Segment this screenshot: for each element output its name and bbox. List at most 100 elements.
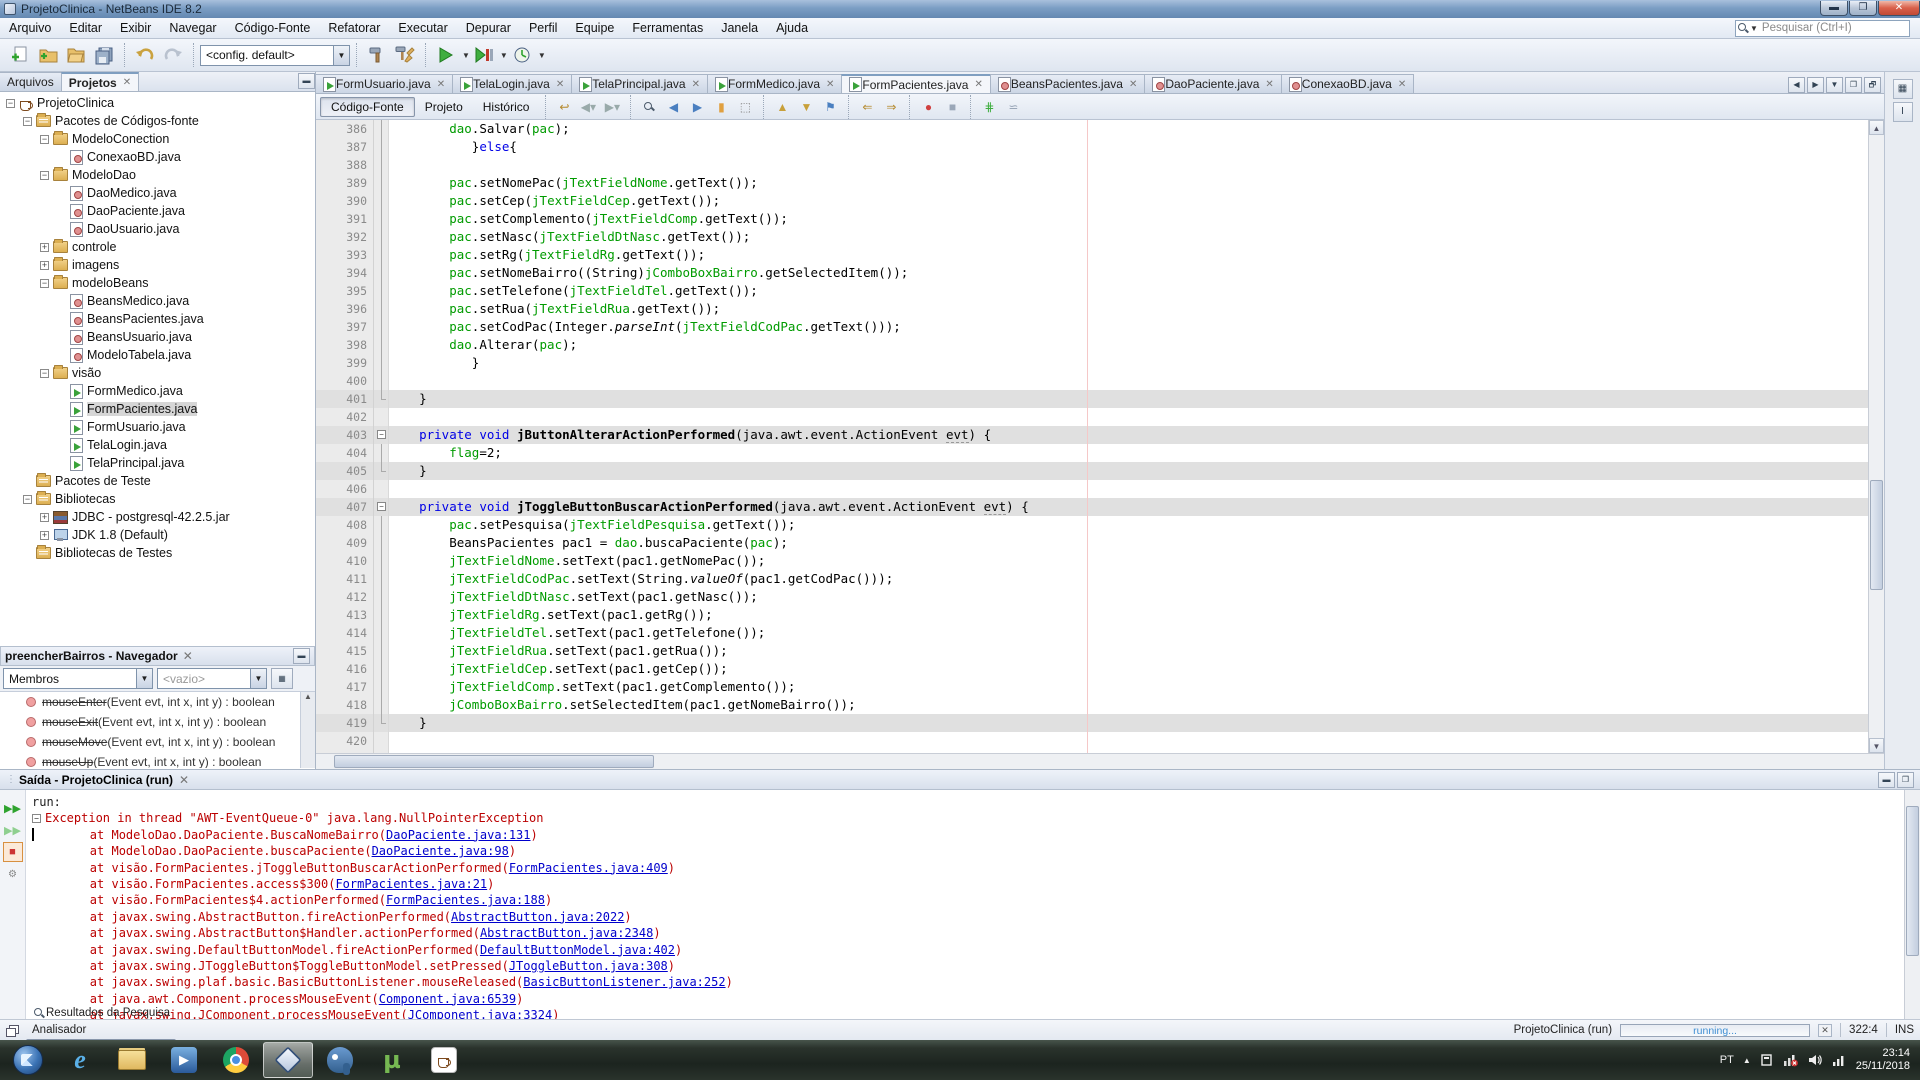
clock[interactable]: 23:14 25/11/2018 bbox=[1856, 1047, 1910, 1073]
tree-item[interactable]: BeansUsuario.java bbox=[0, 328, 315, 346]
volume-icon[interactable] bbox=[1808, 1053, 1823, 1067]
properties-window-button[interactable]: I bbox=[1893, 102, 1913, 122]
close-icon[interactable]: ✕ bbox=[123, 77, 131, 88]
clean-build-button[interactable] bbox=[391, 42, 419, 68]
navigator-filter-combo[interactable]: <vazio>▼ bbox=[157, 668, 267, 689]
output-console[interactable]: run:−Exception in thread "AWT-EventQueue… bbox=[26, 790, 1920, 1019]
tree-item[interactable]: −visão bbox=[0, 364, 315, 382]
stop-task-icon[interactable]: ✕ bbox=[1818, 1024, 1832, 1037]
debug-project-button[interactable] bbox=[470, 42, 498, 68]
comment-icon[interactable]: ⋕ bbox=[978, 96, 1000, 118]
explorer-tab-arquivos[interactable]: Arquivos bbox=[0, 72, 62, 91]
tree-item[interactable]: −ProjetoClinica bbox=[0, 94, 315, 112]
new-file-button[interactable] bbox=[6, 42, 34, 68]
last-edit-icon[interactable]: ↩ bbox=[553, 96, 575, 118]
shift-right-icon[interactable]: ⇒ bbox=[880, 96, 902, 118]
editor-tab-FormMedico.java[interactable]: FormMedico.java✕ bbox=[707, 74, 842, 93]
scroll-tabs-right-icon[interactable]: ▶ bbox=[1807, 77, 1824, 93]
menu-executar[interactable]: Executar bbox=[389, 19, 456, 37]
taskbar-item-java[interactable] bbox=[419, 1042, 469, 1078]
rect-select-icon[interactable]: ⬚ bbox=[734, 96, 756, 118]
navigator-minimize-icon[interactable]: ▬ bbox=[293, 648, 310, 664]
tree-item[interactable]: ModeloTabela.java bbox=[0, 346, 315, 364]
close-icon[interactable]: ✕ bbox=[1129, 79, 1137, 90]
taskbar-item-internet-explorer[interactable]: e bbox=[55, 1042, 105, 1078]
navigator-member[interactable]: mouseEnter(Event evt, int x, int y) : bo… bbox=[0, 692, 315, 712]
source-link[interactable]: Component.java:6539 bbox=[379, 992, 516, 1006]
menu-ajuda[interactable]: Ajuda bbox=[767, 19, 817, 37]
statusbar-tab-Resultados da Pesquisa[interactable]: Resultados da Pesquisa bbox=[26, 1005, 176, 1022]
menu-ferramentas[interactable]: Ferramentas bbox=[623, 19, 712, 37]
expand-handle-icon[interactable]: + bbox=[40, 531, 49, 540]
collapse-handle-icon[interactable]: − bbox=[23, 117, 32, 126]
menu-navegar[interactable]: Navegar bbox=[160, 19, 225, 37]
tree-item[interactable]: DaoMedico.java bbox=[0, 184, 315, 202]
language-indicator[interactable]: PT bbox=[1720, 1054, 1734, 1066]
undo-button[interactable] bbox=[131, 42, 159, 68]
editor-tab-ConexaoBD.java[interactable]: ConexaoBD.java✕ bbox=[1281, 74, 1414, 93]
tree-item[interactable]: −ModeloConection bbox=[0, 130, 315, 148]
new-project-button[interactable] bbox=[34, 42, 62, 68]
tree-item[interactable]: −Bibliotecas bbox=[0, 490, 315, 508]
restore-button[interactable]: ❐ bbox=[1849, 1, 1877, 16]
menu-exibir[interactable]: Exibir bbox=[111, 19, 160, 37]
tree-item[interactable]: TelaPrincipal.java bbox=[0, 454, 315, 472]
source-link[interactable]: FormPacientes.java:188 bbox=[386, 893, 545, 907]
code-fold-column[interactable]: −− bbox=[374, 120, 389, 753]
collapse-handle-icon[interactable]: − bbox=[40, 135, 49, 144]
tree-item[interactable]: FormMedico.java bbox=[0, 382, 315, 400]
close-icon[interactable]: ✕ bbox=[556, 79, 564, 90]
tree-item[interactable]: DaoPaciente.java bbox=[0, 202, 315, 220]
taskbar-item-media-player[interactable]: ▶ bbox=[159, 1042, 209, 1078]
menu-perfil[interactable]: Perfil bbox=[520, 19, 566, 37]
close-icon[interactable]: ✕ bbox=[437, 79, 445, 90]
view-Histórico[interactable]: Histórico bbox=[473, 97, 540, 117]
expand-handle-icon[interactable]: + bbox=[40, 261, 49, 270]
collapse-handle-icon[interactable]: − bbox=[40, 369, 49, 378]
taskbar-item-chrome[interactable] bbox=[211, 1042, 261, 1078]
source-link[interactable]: JComponent.java:3324 bbox=[408, 1008, 553, 1019]
signal-icon[interactable] bbox=[1832, 1053, 1847, 1067]
tree-item[interactable]: DaoUsuario.java bbox=[0, 220, 315, 238]
redo-button[interactable] bbox=[159, 42, 187, 68]
close-icon[interactable]: ✕ bbox=[826, 79, 834, 90]
stop-build-button[interactable]: ■ bbox=[3, 842, 23, 862]
network-icon[interactable] bbox=[1783, 1053, 1799, 1067]
editor-tab-TelaLogin.java[interactable]: TelaLogin.java✕ bbox=[452, 74, 572, 93]
tree-item[interactable]: FormUsuario.java bbox=[0, 418, 315, 436]
action-center-icon[interactable] bbox=[1760, 1053, 1774, 1067]
expand-handle-icon[interactable]: + bbox=[40, 513, 49, 522]
previous-match-icon[interactable]: ◀ bbox=[662, 96, 684, 118]
stop-macro-icon[interactable]: ■ bbox=[941, 96, 963, 118]
tree-item[interactable]: TelaLogin.java bbox=[0, 436, 315, 454]
source-link[interactable]: JToggleButton.java:308 bbox=[509, 959, 668, 973]
menu-arquivo[interactable]: Arquivo bbox=[0, 19, 60, 37]
config-select[interactable]: <config. default>▼ bbox=[200, 45, 350, 66]
close-icon[interactable]: ✕ bbox=[692, 79, 700, 90]
source-link[interactable]: FormPacientes.java:21 bbox=[335, 877, 487, 891]
source-link[interactable]: BasicButtonListener.java:252 bbox=[523, 975, 725, 989]
explorer-tab-projetos[interactable]: Projetos✕ bbox=[61, 72, 139, 91]
taskbar-item-postgresql[interactable] bbox=[315, 1042, 365, 1078]
rerun-button[interactable]: ▶▶ bbox=[3, 798, 23, 818]
scroll-up-icon[interactable]: ▲ bbox=[1869, 120, 1884, 135]
fold-collapse-icon[interactable]: − bbox=[377, 502, 386, 511]
tree-item[interactable]: +JDBC - postgresql-42.2.5.jar bbox=[0, 508, 315, 526]
source-link[interactable]: DaoPaciente.java:131 bbox=[386, 828, 531, 842]
shift-left-icon[interactable]: ⇐ bbox=[856, 96, 878, 118]
editor-tab-FormUsuario.java[interactable]: FormUsuario.java✕ bbox=[315, 74, 453, 93]
navigator-sort-icon[interactable]: ▦ bbox=[271, 668, 293, 689]
next-match-icon[interactable]: ▶ bbox=[686, 96, 708, 118]
editor-tab-DaoPaciente.java[interactable]: DaoPaciente.java✕ bbox=[1144, 74, 1281, 93]
next-bookmark-icon[interactable]: ▼ bbox=[795, 96, 817, 118]
taskbar-item-start[interactable] bbox=[3, 1042, 53, 1078]
maximize-editor-icon[interactable]: ❐ bbox=[1845, 77, 1862, 93]
rerun-debug-button[interactable]: ▶▶ bbox=[3, 820, 23, 840]
code-lines[interactable]: dao.Salvar(pac); }else{ pac.setNomePac(j… bbox=[389, 120, 1884, 753]
output-settings-button[interactable]: ⚙ bbox=[3, 864, 23, 884]
source-link[interactable]: DaoPaciente.java:98 bbox=[372, 844, 509, 858]
previous-bookmark-icon[interactable]: ▲ bbox=[771, 96, 793, 118]
collapse-handle-icon[interactable]: − bbox=[23, 495, 32, 504]
menu-depurar[interactable]: Depurar bbox=[457, 19, 520, 37]
navigator-member[interactable]: mouseUp(Event evt, int x, int y) : boole… bbox=[0, 752, 315, 768]
